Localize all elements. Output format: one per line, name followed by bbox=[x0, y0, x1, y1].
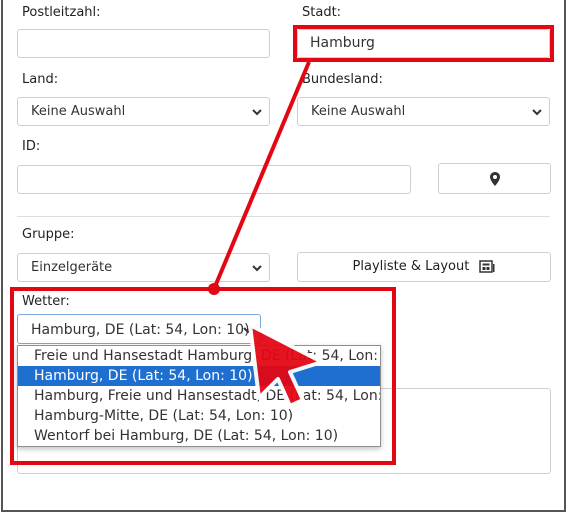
land-label: Land: bbox=[22, 72, 59, 87]
id-label: ID: bbox=[22, 139, 41, 154]
gruppe-select-value: Einzelgeräte bbox=[31, 260, 113, 275]
postleitzahl-label: Postleitzahl: bbox=[22, 5, 101, 20]
bundesland-select[interactable]: Keine Auswahl bbox=[297, 97, 550, 126]
stadt-highlight-box bbox=[293, 25, 554, 62]
chevron-down-icon bbox=[252, 265, 262, 272]
chevron-down-icon bbox=[532, 109, 542, 116]
map-pin-icon bbox=[490, 172, 500, 186]
section-divider bbox=[17, 216, 550, 217]
bundesland-label: Bundesland: bbox=[302, 72, 383, 87]
playlist-layout-button[interactable]: Playliste & Layout bbox=[297, 252, 551, 282]
panel-border-right bbox=[564, 0, 566, 512]
postleitzahl-input[interactable] bbox=[17, 29, 270, 58]
bundesland-select-value: Keine Auswahl bbox=[311, 104, 406, 119]
wetter-highlight-box bbox=[10, 287, 396, 465]
playlist-layout-label: Playliste & Layout bbox=[352, 259, 470, 274]
chevron-down-icon bbox=[252, 109, 262, 116]
gruppe-select[interactable]: Einzelgeräte bbox=[17, 253, 270, 282]
id-input[interactable] bbox=[17, 165, 411, 194]
land-select-value: Keine Auswahl bbox=[31, 104, 126, 119]
locate-button[interactable] bbox=[438, 163, 551, 194]
layout-icon bbox=[479, 259, 495, 273]
land-select[interactable]: Keine Auswahl bbox=[17, 97, 270, 126]
panel-border-bottom bbox=[1, 510, 566, 512]
gruppe-label: Gruppe: bbox=[22, 227, 75, 242]
stadt-label: Stadt: bbox=[302, 5, 342, 20]
panel-border-left bbox=[1, 0, 3, 512]
